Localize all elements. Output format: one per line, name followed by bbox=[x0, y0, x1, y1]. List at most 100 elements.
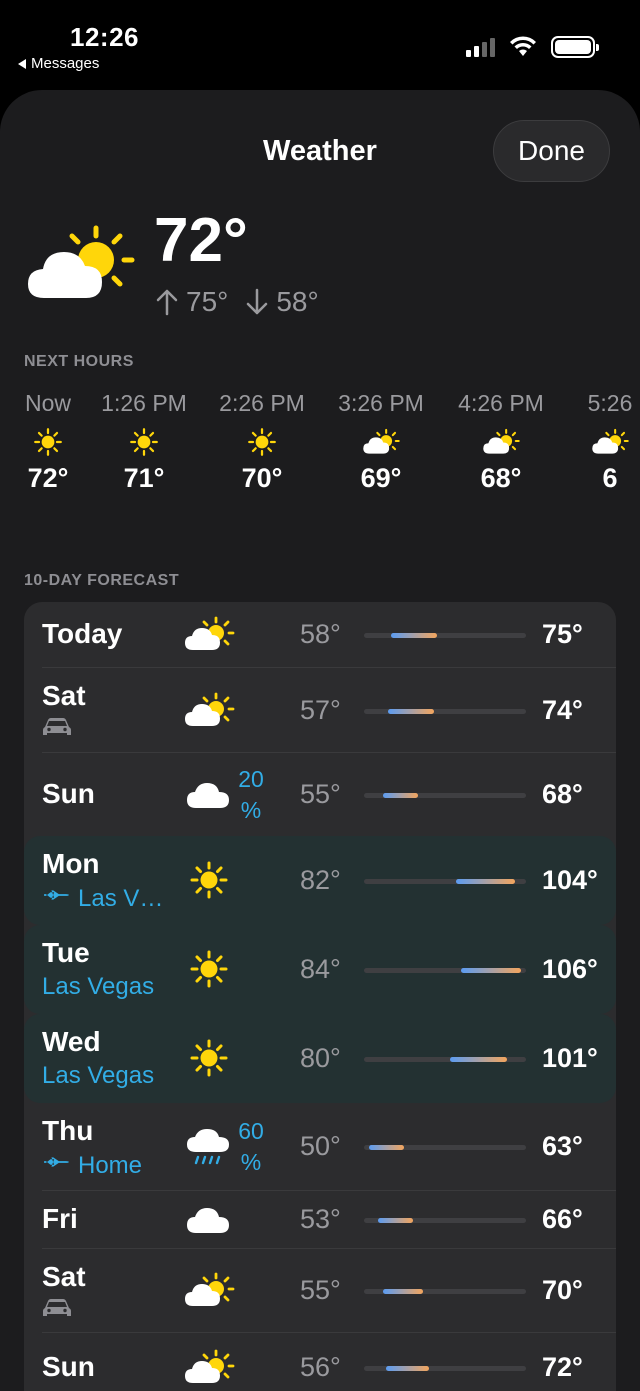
hour-time: 1:26 PM bbox=[101, 390, 187, 416]
status-time: 12:26 bbox=[70, 22, 139, 52]
sun-icon bbox=[28, 427, 68, 459]
precipitation-unit: % bbox=[240, 796, 262, 823]
forecast-low: 80° bbox=[300, 1042, 341, 1073]
forecast-day: Fri bbox=[42, 1203, 78, 1234]
partly-sunny-icon bbox=[182, 690, 236, 732]
forecast-high: 63° bbox=[542, 1131, 583, 1161]
hourly-forecast[interactable]: Now 72° 1:26 PM 71° 2:26 PM 70° 3:26 PM 69° 4:26… bbox=[0, 390, 640, 510]
partly-sunny-icon bbox=[182, 1270, 236, 1312]
forecast-day: Sun bbox=[42, 777, 95, 809]
arrow-up-icon bbox=[156, 289, 178, 316]
hour-time: 5:26 bbox=[587, 390, 633, 416]
sun-icon bbox=[124, 427, 164, 459]
hour-temperature: 70° bbox=[241, 463, 283, 493]
forecast-day: Today bbox=[42, 618, 123, 649]
hour-time: 3:26 PM bbox=[338, 390, 424, 416]
partly-sunny-icon bbox=[28, 225, 135, 298]
hour-item: 5:26 6 bbox=[550, 390, 640, 494]
forecast-high: 74° bbox=[542, 694, 583, 725]
hour-time: 2:26 PM bbox=[219, 390, 305, 416]
car-icon bbox=[42, 716, 72, 736]
sun-icon bbox=[182, 860, 236, 902]
forecast-row[interactable]: Wed Las Vegas 80° 101° bbox=[24, 1014, 616, 1103]
sun-icon bbox=[242, 427, 282, 459]
forecast-low: 55° bbox=[300, 778, 341, 809]
sun-icon bbox=[182, 949, 236, 991]
temperature-range-fill bbox=[388, 708, 435, 714]
forecast-high: 68° bbox=[542, 778, 583, 809]
done-button[interactable]: Done bbox=[493, 120, 610, 182]
forecast-location: Las Vegas bbox=[42, 973, 154, 1001]
ten-day-forecast: Today 58° 75° Sat 57° 74° Sun 20% 55° 68° Mon Las V… bbox=[24, 602, 616, 1391]
precipitation-value: 20 bbox=[238, 765, 264, 792]
forecast-location-text: Home bbox=[78, 1151, 143, 1179]
forecast-location-text: Las V… bbox=[78, 884, 164, 912]
partly-sunny-icon bbox=[182, 1347, 236, 1389]
car-icon bbox=[42, 1297, 72, 1317]
temperature-range-fill bbox=[369, 1145, 405, 1150]
hour-item: 4:26 PM 68° bbox=[441, 390, 561, 494]
forecast-row[interactable]: Sat 57° 74° bbox=[24, 668, 616, 753]
precipitation-unit: % bbox=[240, 1149, 262, 1175]
forecast-day: Thu bbox=[42, 1115, 94, 1146]
partly-sunny-icon bbox=[590, 427, 630, 459]
temperature-range-fill bbox=[455, 878, 516, 884]
temperature-range-fill bbox=[391, 633, 437, 638]
next-hours-label: NEXT HOURS bbox=[24, 353, 134, 370]
forecast-day: Mon bbox=[42, 848, 100, 879]
forecast-low: 53° bbox=[300, 1204, 341, 1234]
airplane-icon bbox=[42, 1151, 70, 1180]
partly-sunny-icon bbox=[361, 427, 401, 459]
forecast-row[interactable]: Today 58° 75° bbox=[24, 602, 616, 668]
forecast-location: Las Vegas bbox=[42, 1062, 154, 1090]
precipitation-chance: 20% bbox=[236, 764, 266, 826]
back-triangle-icon bbox=[18, 58, 26, 69]
forecast-location: Home bbox=[42, 1151, 142, 1180]
forecast-row[interactable]: Sun 20% 55° 68° bbox=[24, 753, 616, 836]
cloud-icon bbox=[182, 1199, 236, 1241]
forecast-high: 72° bbox=[542, 1352, 583, 1382]
precipitation-chance: 60% bbox=[236, 1116, 266, 1178]
current-temperature: 72° bbox=[154, 206, 248, 275]
forecast-low: 50° bbox=[300, 1131, 341, 1161]
forecast-low: 56° bbox=[300, 1352, 341, 1382]
forecast-low: 58° bbox=[300, 619, 341, 649]
hour-temperature: 71° bbox=[123, 463, 165, 493]
temperature-range-fill bbox=[382, 1289, 424, 1294]
partly-sunny-icon bbox=[481, 427, 521, 459]
temperature-range-bar bbox=[364, 1056, 526, 1062]
forecast-row[interactable]: Sat 55° 70° bbox=[24, 1249, 616, 1333]
arrow-down-icon bbox=[247, 288, 268, 315]
hour-temperature: 69° bbox=[360, 463, 402, 493]
temperature-range-fill bbox=[377, 1218, 413, 1223]
forecast-low: 82° bbox=[300, 864, 341, 895]
forecast-high: 75° bbox=[542, 619, 583, 649]
ten-day-label: 10-DAY FORECAST bbox=[24, 572, 180, 589]
forecast-row[interactable]: Fri 53° 66° bbox=[24, 1191, 616, 1249]
hour-item: 2:26 PM 70° bbox=[202, 390, 322, 494]
forecast-location: Las V… bbox=[42, 884, 163, 913]
forecast-location-text: Las Vegas bbox=[42, 1062, 155, 1089]
forecast-day: Wed bbox=[42, 1026, 101, 1057]
forecast-high: 106° bbox=[542, 953, 598, 984]
status-bar: 12:26 Messages bbox=[0, 0, 640, 90]
temperature-range-fill bbox=[461, 967, 521, 973]
forecast-location bbox=[42, 1297, 72, 1317]
battery-icon bbox=[551, 36, 599, 58]
forecast-row[interactable]: Mon Las V… 82° 104° bbox=[24, 836, 616, 925]
forecast-row[interactable]: Thu Home 60% 50° 63° bbox=[24, 1103, 616, 1191]
cellular-signal-icon bbox=[466, 37, 495, 57]
forecast-row[interactable]: Tue Las Vegas 84° 106° bbox=[24, 925, 616, 1014]
hour-time: 4:26 PM bbox=[458, 390, 544, 416]
precipitation-value: 60 bbox=[238, 1118, 264, 1144]
temperature-range-bar bbox=[364, 1145, 526, 1150]
forecast-high: 70° bbox=[542, 1275, 583, 1305]
temperature-range-fill bbox=[450, 1056, 508, 1062]
back-to-messages-link[interactable]: Messages bbox=[18, 55, 99, 72]
current-high: 75° bbox=[186, 286, 229, 317]
forecast-location bbox=[42, 716, 72, 736]
status-icons bbox=[466, 36, 599, 58]
temperature-range-bar bbox=[364, 1218, 526, 1223]
forecast-high: 104° bbox=[542, 864, 598, 895]
forecast-row[interactable]: Sun 56° 72° bbox=[24, 1333, 616, 1391]
